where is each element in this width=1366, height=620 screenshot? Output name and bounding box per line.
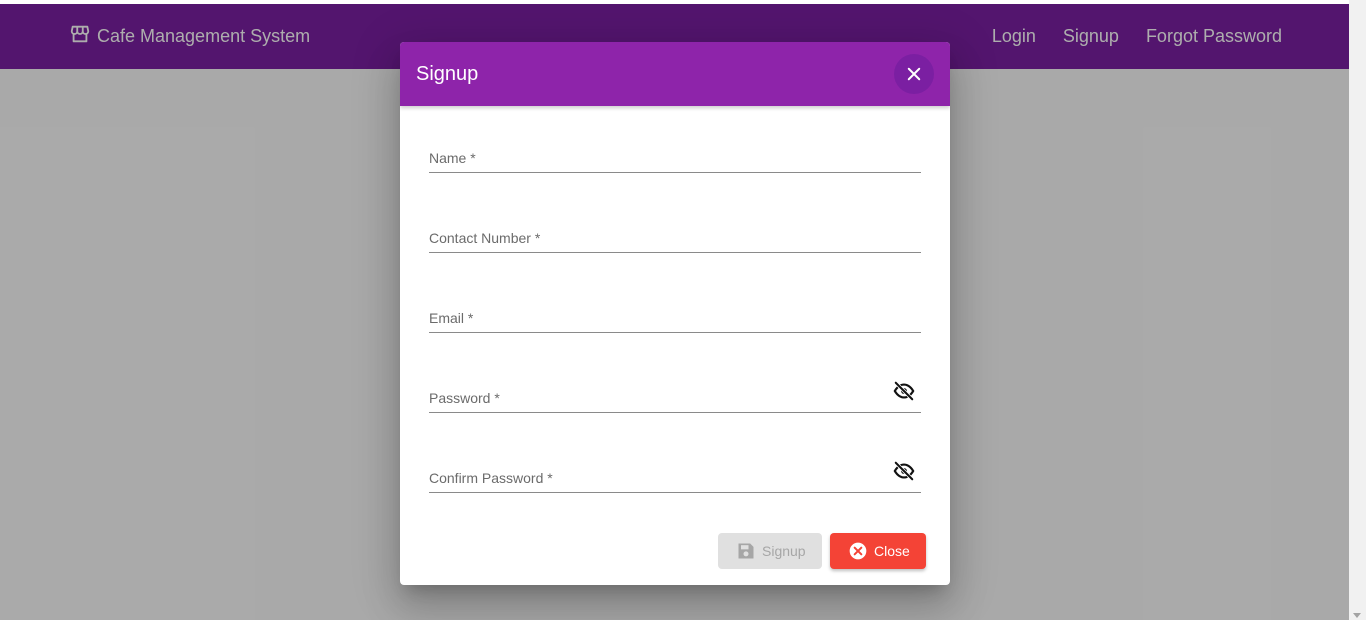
signup-submit-button[interactable]: Signup	[718, 533, 822, 569]
contact-number-field[interactable]: Contact Number *	[429, 223, 921, 253]
visibility-off-icon[interactable]	[893, 460, 915, 482]
scroll-down-arrow-icon[interactable]	[1353, 613, 1361, 618]
signup-dialog: Signup Name * Contact Number * Email * P…	[400, 42, 950, 585]
signup-submit-label: Signup	[762, 543, 806, 559]
dialog-title: Signup	[416, 62, 479, 85]
save-icon	[738, 543, 754, 559]
page-scrollbar[interactable]	[1349, 0, 1366, 620]
close-button-label: Close	[874, 543, 910, 559]
visibility-off-icon[interactable]	[893, 380, 915, 402]
name-input[interactable]	[429, 152, 869, 168]
close-button[interactable]: Close	[830, 533, 926, 569]
password-field[interactable]: Password *	[429, 380, 921, 413]
dialog-close-button[interactable]	[894, 54, 934, 94]
email-input[interactable]	[429, 312, 869, 328]
dialog-header: Signup	[400, 42, 950, 106]
name-field[interactable]: Name *	[429, 143, 921, 173]
close-icon	[907, 67, 921, 81]
cancel-icon	[849, 542, 867, 560]
password-input[interactable]	[429, 392, 869, 408]
email-field[interactable]: Email *	[429, 303, 921, 333]
confirm-password-input[interactable]	[429, 472, 869, 488]
confirm-password-field[interactable]: Confirm Password *	[429, 460, 921, 493]
dialog-actions: Signup Close	[718, 533, 926, 569]
contact-number-input[interactable]	[429, 232, 869, 248]
